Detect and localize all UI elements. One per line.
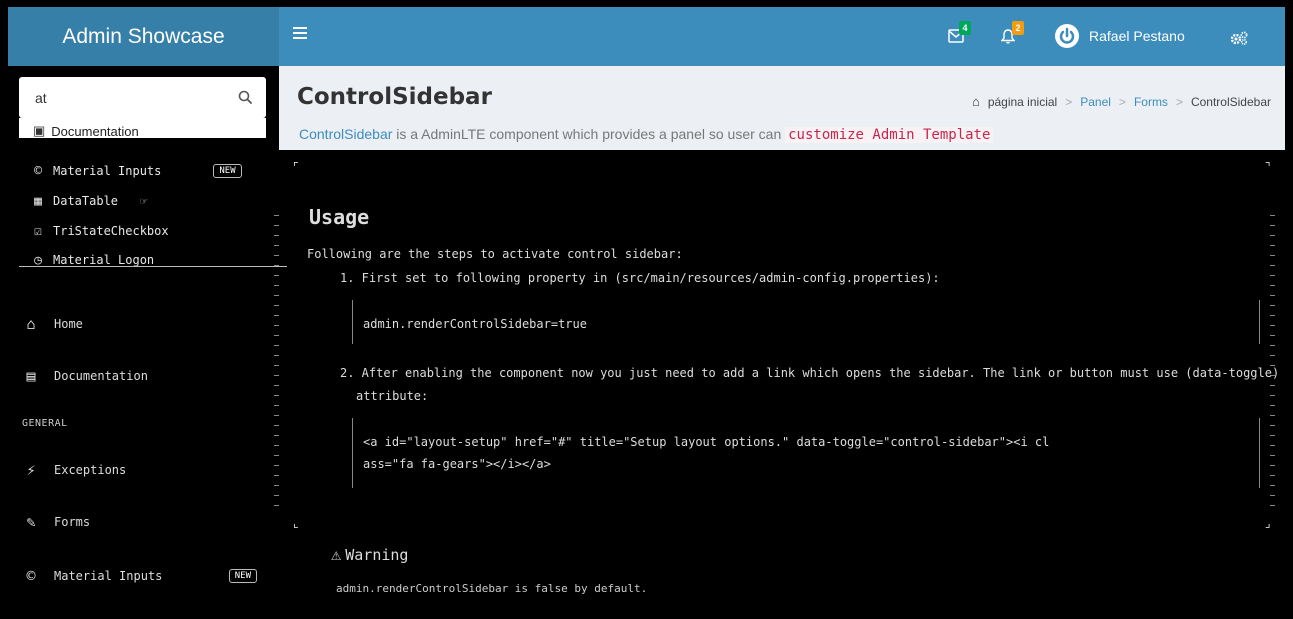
search-results-divider bbox=[19, 266, 287, 267]
code-block: <a id="layout-setup" href="#" title="Set… bbox=[352, 418, 1260, 488]
usage-step-2: 2. After enabling the component now you … bbox=[340, 366, 1280, 380]
new-badge: NEW bbox=[213, 164, 242, 178]
card-corner: ⌝ bbox=[1265, 160, 1271, 174]
app-logo[interactable]: Admin Showcase bbox=[8, 7, 279, 66]
intro-text: ControlSidebar is a AdminLTE component w… bbox=[299, 126, 994, 143]
breadcrumb-separator: > bbox=[1065, 94, 1073, 109]
content-header: ControlSidebar ⌂ página inicial > Panel … bbox=[279, 66, 1285, 150]
intro-code: customize Admin Template bbox=[785, 127, 994, 143]
sidebar-toggle-icon[interactable] bbox=[293, 27, 307, 39]
gears-icon[interactable] bbox=[1230, 30, 1248, 49]
top-navbar: 4 2 Rafael Pestano bbox=[279, 7, 1285, 66]
user-name[interactable]: Rafael Pestano bbox=[1089, 28, 1185, 44]
warning-heading: ⚠ Warning bbox=[331, 545, 408, 565]
code-block: admin.renderControlSidebar=true bbox=[352, 300, 1260, 344]
sidebar-item-home[interactable]: ⌂ Home bbox=[22, 311, 279, 337]
sidebar-header-general: GENERAL bbox=[22, 418, 68, 429]
card-corner: ⌜ bbox=[293, 160, 299, 174]
usage-step-2-cont: attribute: bbox=[356, 389, 429, 403]
search-result-item[interactable]: ▦ DataTable ☞ bbox=[19, 188, 266, 214]
intro-link[interactable]: ControlSidebar bbox=[299, 126, 392, 142]
search-result-item[interactable]: ◷ Material Logon bbox=[19, 247, 266, 273]
breadcrumb-panel[interactable]: Panel bbox=[1080, 95, 1111, 109]
copyright-icon: © bbox=[26, 567, 36, 585]
book-icon: ▤ bbox=[26, 367, 36, 385]
notifications-button[interactable]: 2 bbox=[1001, 21, 1024, 44]
search-result-label: Material Inputs bbox=[53, 164, 162, 178]
sidebar-item-material-inputs[interactable]: © Material Inputs NEW bbox=[22, 563, 279, 589]
check-square-icon: ☑ bbox=[34, 223, 42, 239]
warning-text: admin.renderControlSidebar is false by d… bbox=[336, 582, 648, 595]
sidebar-search bbox=[19, 77, 266, 118]
sidebar-item-label: Home bbox=[54, 317, 83, 331]
intro-body: is a AdminLTE component which provides a… bbox=[392, 126, 786, 142]
usage-title: Usage bbox=[309, 205, 370, 229]
search-result-item[interactable]: © Material Inputs NEW bbox=[19, 158, 266, 184]
search-result-label: DataTable bbox=[53, 194, 119, 208]
sidebar-item-label: Exceptions bbox=[54, 463, 127, 477]
breadcrumb-separator: > bbox=[1175, 94, 1183, 109]
copyright-icon: © bbox=[34, 163, 42, 179]
sidebar-item-documentation[interactable]: ▤ Documentation bbox=[22, 363, 279, 389]
notifications-badge: 2 bbox=[1012, 21, 1024, 35]
search-result-label: Material Logon bbox=[53, 253, 155, 267]
sidebar: ▣ Documentation © Material Inputs NEW ▦ … bbox=[8, 66, 287, 619]
page-title: ControlSidebar bbox=[297, 84, 492, 110]
messages-button[interactable]: 4 bbox=[948, 21, 971, 43]
search-result-item[interactable]: ▣ Documentation bbox=[19, 118, 266, 138]
warning-icon: ⚠ bbox=[331, 545, 342, 565]
search-input[interactable] bbox=[19, 77, 229, 118]
bolt-icon: ⚡ bbox=[26, 461, 36, 479]
cursor-icon: ☞ bbox=[140, 194, 148, 208]
breadcrumb-home[interactable]: página inicial bbox=[988, 95, 1057, 109]
breadcrumb-separator: > bbox=[1118, 94, 1126, 109]
right-rule bbox=[1270, 215, 1276, 515]
table-icon: ▦ bbox=[34, 193, 42, 209]
code-line: admin.renderControlSidebar=true bbox=[363, 317, 587, 331]
breadcrumb: ⌂ página inicial > Panel > Forms > Contr… bbox=[972, 94, 1271, 109]
sidebar-item-label: Material Inputs bbox=[54, 569, 163, 583]
breadcrumb-forms[interactable]: Forms bbox=[1134, 95, 1168, 109]
home-icon: ⌂ bbox=[26, 315, 36, 333]
card-corner: ⌞ bbox=[293, 516, 299, 530]
sidebar-item-label: Documentation bbox=[54, 369, 148, 383]
sidebar-item-label: Forms bbox=[54, 515, 91, 529]
warning-title: Warning bbox=[345, 546, 409, 564]
breadcrumb-current: ControlSidebar bbox=[1190, 94, 1271, 109]
usage-lead: Following are the steps to activate cont… bbox=[307, 247, 683, 261]
search-result-item[interactable]: ☑ TriStateCheckbox bbox=[19, 218, 266, 244]
power-icon bbox=[1055, 24, 1079, 48]
sidebar-item-exceptions[interactable]: ⚡ Exceptions bbox=[22, 457, 279, 483]
left-rule bbox=[274, 215, 280, 515]
search-result-label: TriStateCheckbox bbox=[53, 224, 169, 238]
card-corner: ⌟ bbox=[1265, 516, 1271, 530]
messages-badge: 4 bbox=[959, 21, 971, 35]
code-line: ass="fa fa-gears"></i></a> bbox=[363, 457, 551, 471]
edit-icon: ✎ bbox=[26, 513, 36, 531]
book-icon: ▣ bbox=[33, 123, 46, 138]
code-line: <a id="layout-setup" href="#" title="Set… bbox=[363, 435, 1050, 449]
usage-step-1: 1. First set to following property in (s… bbox=[340, 271, 940, 285]
home-icon: ⌂ bbox=[971, 94, 980, 109]
search-result-label: Documentation bbox=[51, 123, 139, 139]
new-badge: NEW bbox=[228, 569, 257, 583]
user-menu[interactable]: Rafael Pestano bbox=[1055, 24, 1185, 48]
sidebar-item-forms[interactable]: ✎ Forms bbox=[22, 509, 279, 535]
search-icon[interactable] bbox=[238, 89, 252, 108]
